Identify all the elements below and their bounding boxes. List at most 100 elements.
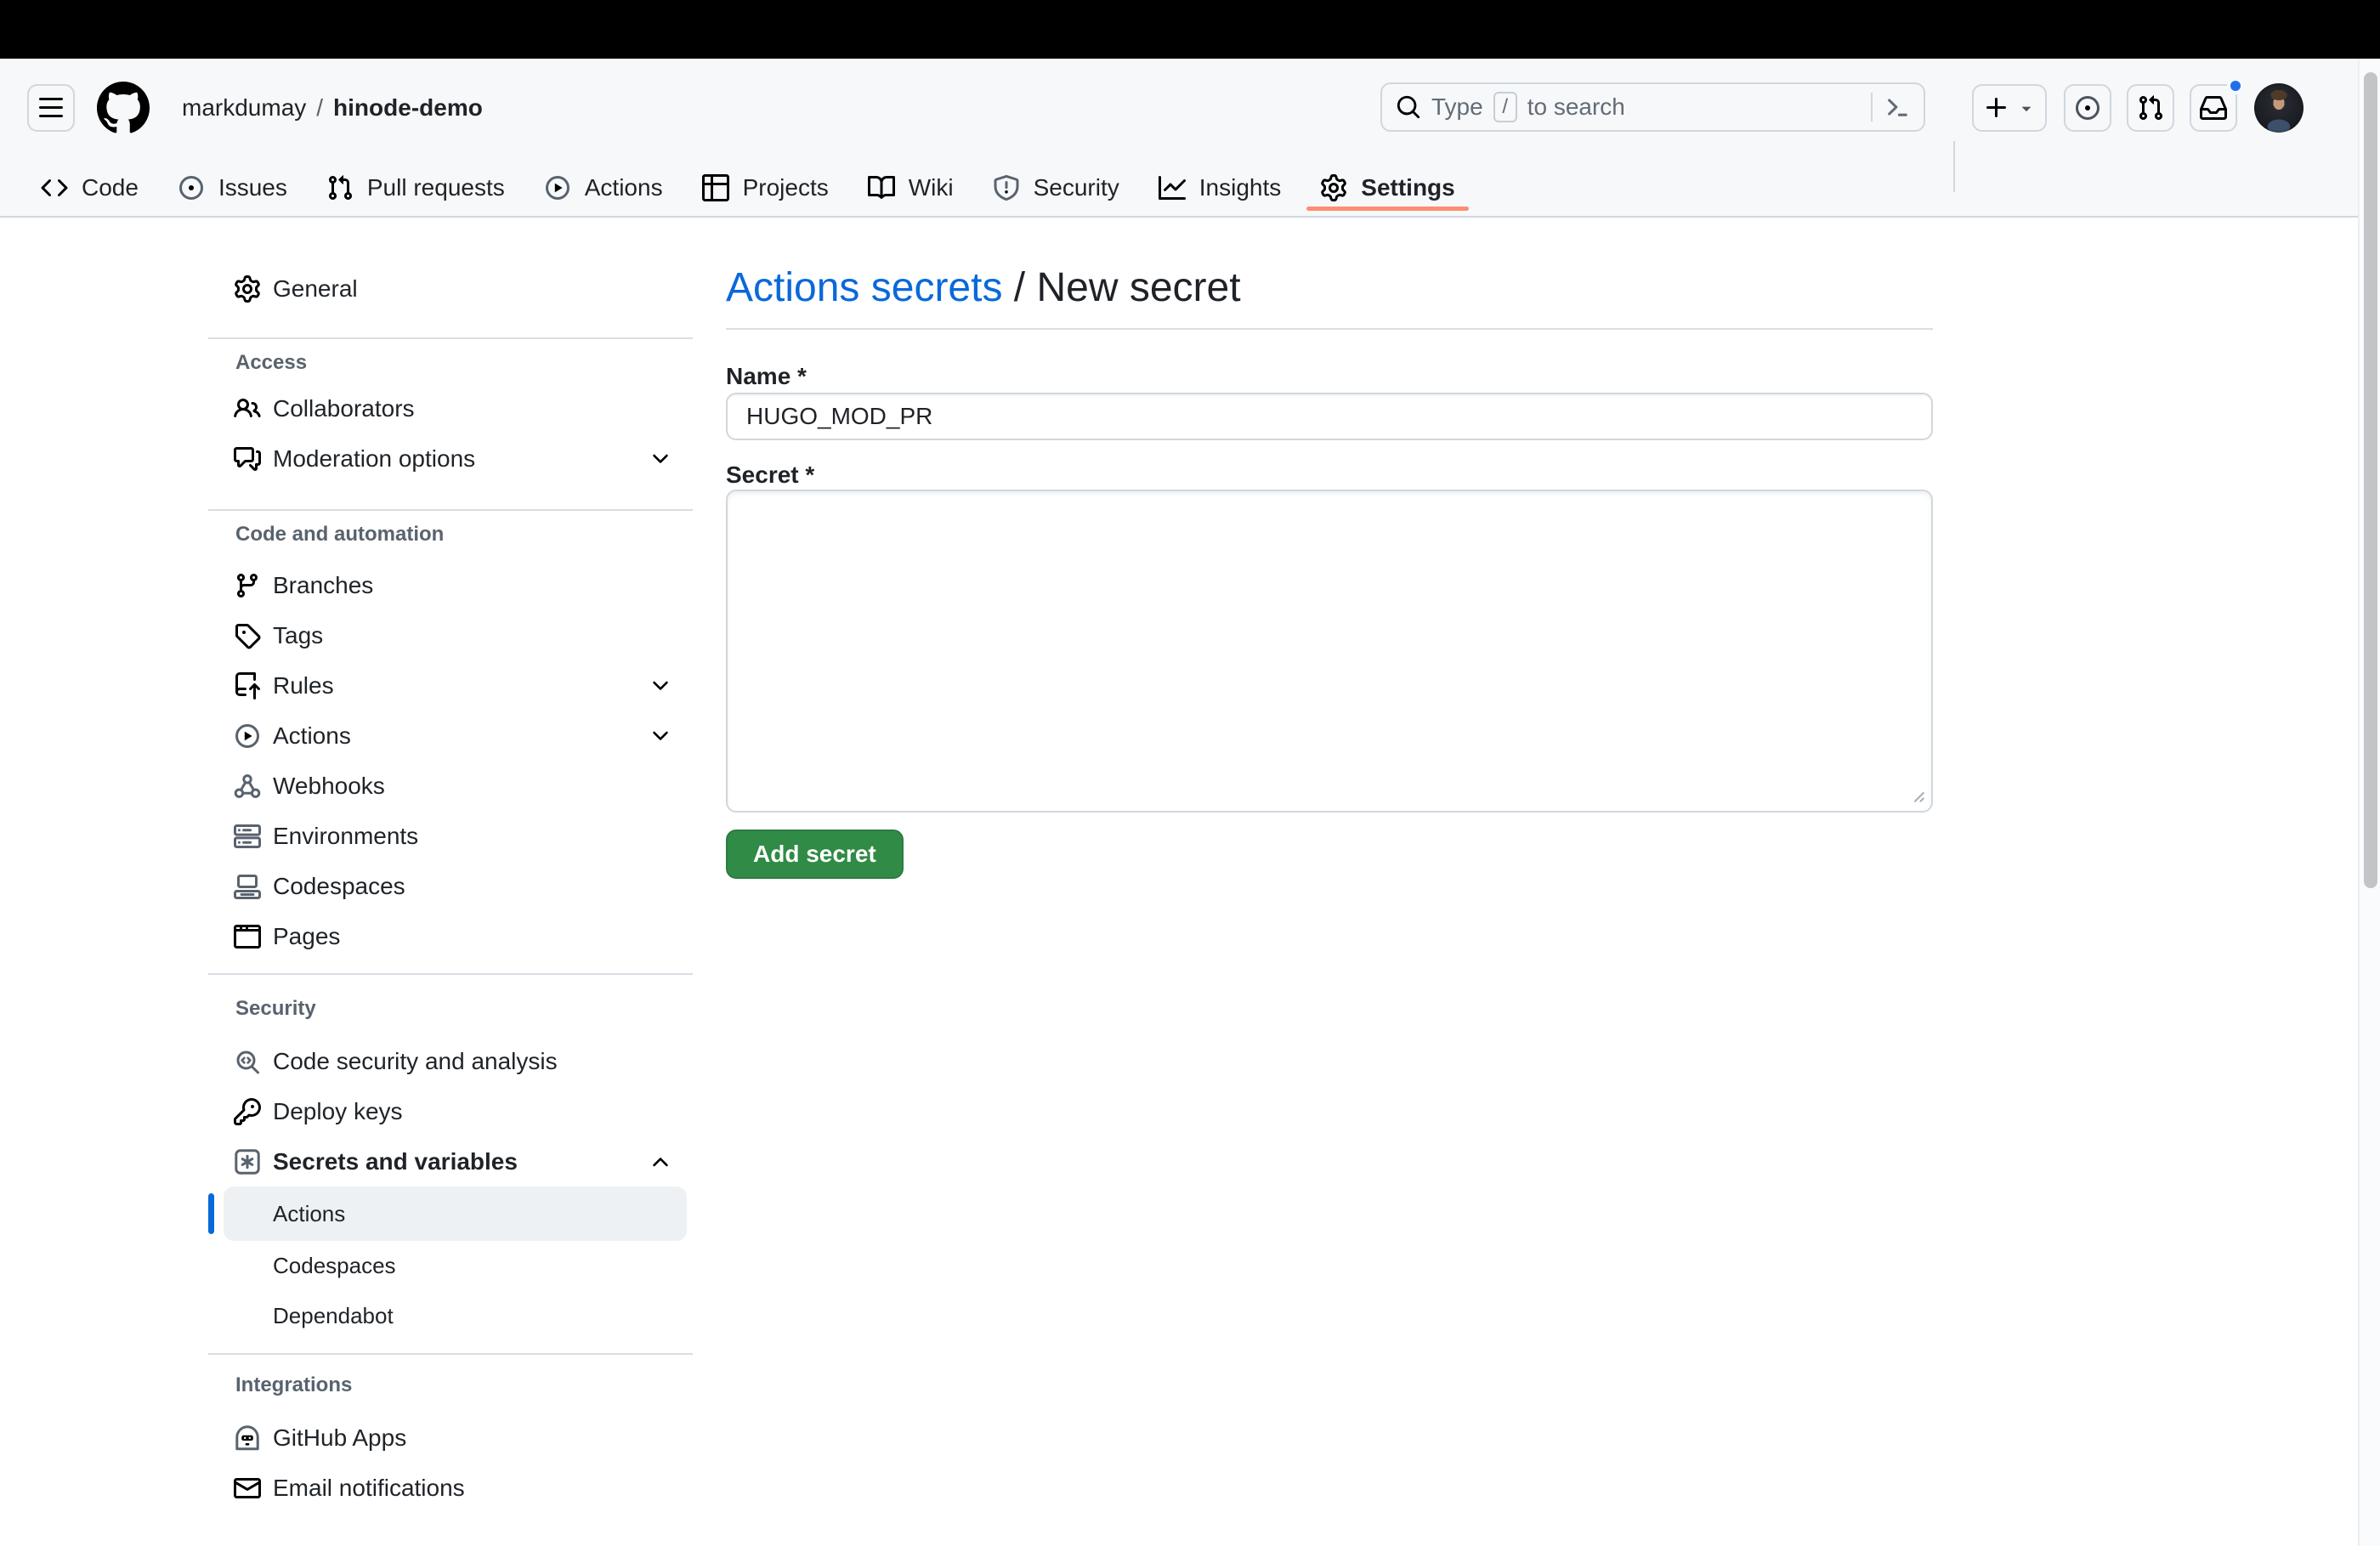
inbox-icon: [2200, 94, 2227, 122]
pull-requests-dashboard-button[interactable]: [2127, 84, 2174, 132]
play-icon: [234, 722, 261, 750]
hubot-icon: [234, 1424, 261, 1452]
issue-opened-icon: [178, 174, 205, 201]
github-logo[interactable]: [97, 82, 150, 134]
gear-icon: [234, 275, 261, 303]
chevron-down-icon: [649, 724, 672, 748]
section-header-integrations: Integrations: [208, 1370, 693, 1401]
triangle-down-icon: [2017, 99, 2036, 117]
shield-icon: [993, 174, 1020, 201]
webhook-icon: [234, 773, 261, 800]
codespaces-icon: [234, 873, 261, 900]
add-secret-button[interactable]: Add secret: [726, 830, 904, 879]
tab-actions[interactable]: Actions: [530, 162, 677, 213]
sidebar-item-general[interactable]: General: [208, 263, 693, 314]
unread-indicator: [2227, 77, 2244, 94]
issues-dashboard-button[interactable]: [2064, 84, 2111, 132]
issue-opened-icon: [2074, 94, 2101, 122]
sidebar-item-pages[interactable]: Pages: [208, 911, 693, 961]
create-new-button[interactable]: [1972, 84, 2047, 132]
user-avatar[interactable]: [2254, 83, 2304, 133]
page-title: Actions secrets / New secret: [726, 263, 1933, 313]
sidebar-item-codespaces[interactable]: Codespaces: [208, 861, 693, 911]
tab-insights[interactable]: Insights: [1145, 162, 1295, 213]
tab-issues[interactable]: Issues: [164, 162, 301, 213]
sidebar-item-environments[interactable]: Environments: [208, 811, 693, 861]
search-icon: [1396, 94, 1421, 120]
repo-push-icon: [234, 672, 261, 699]
app-header: markdumay / hinode-demo Type / to search…: [0, 59, 2380, 218]
browser-icon: [234, 923, 261, 950]
chevron-down-icon: [649, 447, 672, 471]
notifications-button[interactable]: [2190, 84, 2237, 132]
secret-value-textarea[interactable]: [726, 490, 1933, 813]
settings-sidebar: General Access Collaborators Moderation …: [208, 263, 693, 1513]
sidebar-item-webhooks[interactable]: Webhooks: [208, 761, 693, 811]
chevron-up-icon: [649, 1150, 672, 1174]
section-header-access: Access: [208, 348, 693, 378]
book-icon: [868, 174, 895, 201]
chevron-down-icon: [649, 674, 672, 698]
github-mark-icon: [97, 82, 150, 134]
tab-code[interactable]: Code: [27, 162, 152, 213]
table-icon: [702, 174, 729, 201]
plus-icon: [1983, 94, 2010, 122]
actions-secrets-link[interactable]: Actions secrets: [726, 265, 1002, 310]
sidebar-item-actions[interactable]: Actions: [208, 711, 693, 761]
graph-icon: [1159, 174, 1186, 201]
sidebar-divider: [208, 1353, 693, 1355]
sidebar-item-secrets-and-variables[interactable]: Secrets and variables: [208, 1136, 693, 1186]
section-header-code-automation: Code and automation: [208, 519, 693, 550]
main-content: Actions secrets / New secret Name * Secr…: [726, 263, 1933, 879]
git-branch-icon: [234, 572, 261, 599]
name-label: Name *: [726, 362, 1933, 391]
search-input[interactable]: Type / to search: [1380, 82, 1925, 132]
global-nav-menu-button[interactable]: [27, 84, 75, 132]
sidebar-subitem-dependabot[interactable]: Dependabot: [208, 1291, 693, 1341]
breadcrumb-separator: /: [306, 94, 333, 122]
title-divider: [726, 328, 1933, 330]
page-title-current: / New secret: [1002, 265, 1240, 310]
people-icon: [234, 395, 261, 422]
sidebar-item-email-notifications[interactable]: Email notifications: [208, 1463, 693, 1513]
slash-key-icon: /: [1493, 92, 1517, 122]
sidebar-item-code-security[interactable]: Code security and analysis: [208, 1036, 693, 1086]
tab-wiki[interactable]: Wiki: [854, 162, 967, 213]
git-pull-request-icon: [326, 174, 354, 201]
server-icon: [234, 823, 261, 850]
search-placeholder-prefix: Type: [1431, 93, 1483, 121]
search-divider: [1871, 93, 1873, 122]
sidebar-item-moderation-options[interactable]: Moderation options: [208, 433, 693, 484]
comment-discussion-icon: [234, 445, 261, 473]
code-icon: [41, 174, 68, 201]
sidebar-subitem-actions-selected[interactable]: Actions: [224, 1186, 687, 1241]
scrollbar-thumb[interactable]: [2364, 72, 2377, 888]
secret-label: Secret *: [726, 461, 1933, 490]
key-asterisk-icon: [234, 1148, 261, 1175]
sidebar-item-collaborators[interactable]: Collaborators: [208, 383, 693, 433]
gear-icon: [1320, 174, 1347, 201]
scrollbar-track[interactable]: [2358, 59, 2380, 1546]
sidebar-item-deploy-keys[interactable]: Deploy keys: [208, 1086, 693, 1136]
tab-pull-requests[interactable]: Pull requests: [313, 162, 518, 213]
breadcrumb: markdumay / hinode-demo: [182, 84, 483, 132]
sidebar-subitem-codespaces[interactable]: Codespaces: [208, 1241, 693, 1291]
tab-security[interactable]: Security: [979, 162, 1133, 213]
tab-settings[interactable]: Settings: [1306, 162, 1468, 213]
secret-name-input[interactable]: [726, 393, 1933, 440]
three-bars-icon: [37, 94, 65, 122]
command-palette-icon[interactable]: [1884, 94, 1910, 120]
sidebar-item-github-apps[interactable]: GitHub Apps: [208, 1413, 693, 1463]
git-pull-request-icon: [2137, 94, 2164, 122]
sidebar-item-tags[interactable]: Tags: [208, 610, 693, 660]
tab-projects[interactable]: Projects: [688, 162, 842, 213]
letterbox-top: [0, 0, 2380, 59]
sidebar-divider: [208, 337, 693, 339]
breadcrumb-owner[interactable]: markdumay: [182, 94, 306, 122]
header-divider: [1953, 141, 1955, 192]
codescan-icon: [234, 1048, 261, 1075]
sidebar-item-branches[interactable]: Branches: [208, 560, 693, 610]
breadcrumb-repo[interactable]: hinode-demo: [333, 94, 483, 122]
sidebar-item-rules[interactable]: Rules: [208, 660, 693, 711]
mail-icon: [234, 1475, 261, 1502]
